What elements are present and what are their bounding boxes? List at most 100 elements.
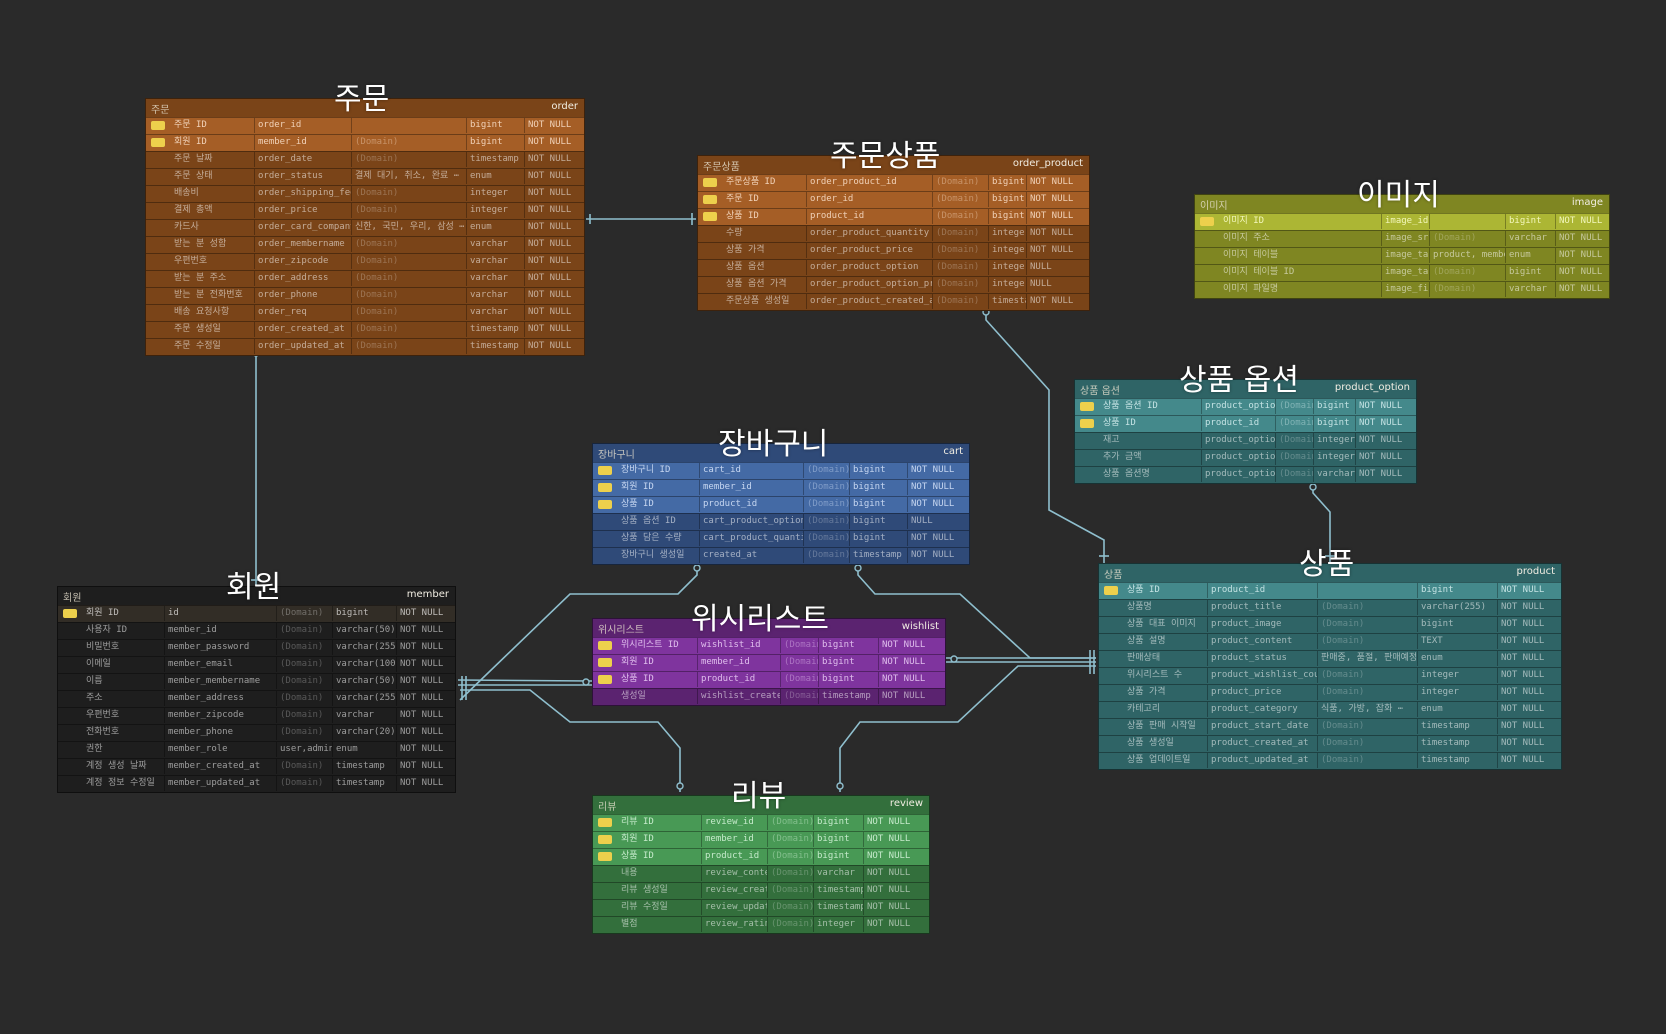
table-row[interactable]: 우편번호 order_zipcode (Domain) varchar NOT NULL: [146, 253, 584, 270]
table-row[interactable]: 계정 정보 수정일 member_updated_at (Domain) timest…: [58, 775, 455, 792]
table-row[interactable]: 권한 member_role user,admin enum NOT NULL: [58, 741, 455, 758]
table-row[interactable]: 상품 ID product_id(Domain)bigintNOT NULL: [1075, 415, 1416, 432]
table-row[interactable]: 판매상태 product_status판매중, 품절, 판매예정 ⋯enumNOT…: [1099, 650, 1561, 667]
table-row[interactable]: 위시리스트 ID wishlist_id(Domain)bigintNOT NUL…: [593, 637, 945, 654]
table-row[interactable]: 주문상품 ID order_product_id (Domain) bigint NOT…: [698, 174, 1089, 191]
table-row[interactable]: 장바구니 생성일 created_at (Domain) timestamp NOT N…: [593, 547, 969, 564]
table-cart[interactable]: 장바구니 cart 장바구니 ID cart_id (Domain) bigint NOT …: [592, 430, 970, 565]
table-row[interactable]: 상품 설명 product_content (Domain) TEXT NOT NULL: [1099, 633, 1561, 650]
table-row[interactable]: 리뷰 생성일 review_created_at(Domain)timestamp…: [593, 882, 929, 899]
table-row[interactable]: 사용자 ID member_id (Domain) varchar(50) NOT NU…: [58, 622, 455, 639]
table-row[interactable]: 회원 ID member_id(Domain)bigintNOT NULL: [146, 134, 584, 151]
table-row[interactable]: 주문 상태 order_status 결제 대기, 취소, 완료 ⋯ enum NOT …: [146, 168, 584, 185]
table-row[interactable]: 이미지 테이블 ID image_table_id(Domain)bigintNO…: [1195, 264, 1609, 281]
table-row[interactable]: 추가 금액 product_option_price(Domain)integer…: [1075, 449, 1416, 466]
table-row[interactable]: 주문 ID order_id (Domain) bigint NOT NULL: [698, 191, 1089, 208]
table-row[interactable]: 이미지 파일명 image_filename(Domain)varcharNOT …: [1195, 281, 1609, 298]
table-row[interactable]: 주문 날짜 order_date (Domain) timestamp NOT NULL: [146, 151, 584, 168]
column-domain: (Domain): [351, 254, 466, 269]
key-icon: [598, 835, 612, 844]
table-row[interactable]: 주소 member_address (Domain) varchar(255) NOT …: [58, 690, 455, 707]
table-row[interactable]: 재고 product_option_stock(Domain)integerNOT…: [1075, 432, 1416, 449]
column-logical-name: 생성일: [621, 691, 646, 701]
erd-canvas[interactable]: 주문 order 주문 ID order_id bigint NOT NULL 회원 ID m…: [0, 0, 1666, 1034]
table-row[interactable]: 이메일 member_email (Domain) varchar(100) NOT N…: [58, 656, 455, 673]
table-row[interactable]: 회원 ID member_id(Domain)bigintNOT NULL: [593, 654, 945, 671]
table-row[interactable]: 회원 ID member_id(Domain)bigintNOT NULL: [593, 831, 929, 848]
column-physical-name: product_status: [1207, 651, 1317, 666]
table-row[interactable]: 상품 생성일 product_created_at (Domain) timestam…: [1099, 735, 1561, 752]
table-row[interactable]: 상품 ID product_id bigint NOT NULL: [1099, 582, 1561, 599]
table-row[interactable]: 이미지 주소 image_src (Domain) varchar NOT NULL: [1195, 230, 1609, 247]
table-row[interactable]: 전화번호 member_phone (Domain) varchar(20) NOT N…: [58, 724, 455, 741]
table-row[interactable]: 수량 order_product_quantity(Domain)integerN…: [698, 225, 1089, 242]
table-row[interactable]: 비밀번호 member_password (Domain) varchar(255) N…: [58, 639, 455, 656]
table-row[interactable]: 상품 ID product_id(Domain)bigintNOT NULL: [593, 848, 929, 865]
table-row[interactable]: 상품 옵션 가격 order_product_option_price(Domai…: [698, 276, 1089, 293]
column-nullability: NOT NULL: [863, 832, 927, 847]
table-row[interactable]: 카테고리 product_category 식품, 가방, 잡화 ⋯ enum NOT …: [1099, 701, 1561, 718]
table-row[interactable]: 상품 판매 시작일 product_start_date (Domain) times…: [1099, 718, 1561, 735]
table-logical-name: 장바구니: [598, 450, 635, 461]
table-row[interactable]: 계정 생성 날짜 member_created_at (Domain) timesta…: [58, 758, 455, 775]
table-row[interactable]: 상품 가격 product_price (Domain) integer NOT NUL…: [1099, 684, 1561, 701]
table-row[interactable]: 주문 수정일 order_updated_at (Domain) timestamp N…: [146, 338, 584, 355]
table-order[interactable]: 주문 order 주문 ID order_id bigint NOT NULL 회원 ID m…: [145, 85, 585, 356]
table-row[interactable]: 상품 옵션명 product_option_title(Domain)varcha…: [1075, 466, 1416, 483]
table-member[interactable]: 회원 member 회원 ID id (Domain) bigint NOT NULL 사용자…: [57, 573, 456, 793]
column-domain: (Domain): [803, 531, 849, 546]
column-domain: (Domain): [1317, 617, 1417, 632]
table-row[interactable]: 우편번호 member_zipcode (Domain) varchar NOT NUL…: [58, 707, 455, 724]
table-row[interactable]: 이미지 ID image_id bigint NOT NULL: [1195, 213, 1609, 230]
column-nullability: NOT NULL: [863, 917, 927, 932]
table-row[interactable]: 받는 분 성함 order_membername (Domain) varchar NO…: [146, 236, 584, 253]
column-type: bigint: [849, 480, 907, 495]
table-row[interactable]: 배송 요청사항 order_req (Domain) varchar NOT NULL: [146, 304, 584, 321]
table-row[interactable]: 받는 분 전화번호 order_phone (Domain) varchar NOT N…: [146, 287, 584, 304]
table-wishlist[interactable]: 위시리스트wishlist위시리스트 IDwishlist_id(Domain)…: [592, 605, 946, 706]
table-review[interactable]: 리뷰 review 리뷰 ID review_id (Domain) bigint NOT …: [592, 782, 930, 934]
table-row[interactable]: 상품 담은 수량 cart_product_quantity(Domain)big…: [593, 530, 969, 547]
table-row[interactable]: 회원 ID id (Domain) bigint NOT NULL: [58, 605, 455, 622]
table-row[interactable]: 상품 ID product_id(Domain)bigintNOT NULL: [593, 671, 945, 688]
column-type: bigint: [1313, 399, 1355, 414]
table-row[interactable]: 이미지 테이블 image_tableproduct, member, revie…: [1195, 247, 1609, 264]
table-row[interactable]: 리뷰 ID review_id (Domain) bigint NOT NULL: [593, 814, 929, 831]
table-row[interactable]: 상품 옵션 ID product_option_id(Domain)bigintN…: [1075, 398, 1416, 415]
table-row[interactable]: 상품 ID product_id(Domain)bigintNOT NULL: [698, 208, 1089, 225]
table-row[interactable]: 주문 ID order_id bigint NOT NULL: [146, 117, 584, 134]
table-order-product[interactable]: 주문상품 order_product 주문상품 ID order_product_id…: [697, 142, 1090, 311]
table-row[interactable]: 상품 대표 이미지 product_image (Domain) bigint NOT …: [1099, 616, 1561, 633]
table-row[interactable]: 생성일 wishlist_created_at(Domain)timestampN…: [593, 688, 945, 705]
column-nullability: NOT NULL: [1497, 668, 1559, 683]
table-row[interactable]: 결제 총액 order_price (Domain) integer NOT NULL: [146, 202, 584, 219]
table-row[interactable]: 위시리스트 수 product_wishlist_count(Domain)int…: [1099, 667, 1561, 684]
table-row[interactable]: 내용 review_content(Domain)varcharNOT NULL: [593, 865, 929, 882]
table-row[interactable]: 주문상품 생성일 order_product_created_at (Domain)…: [698, 293, 1089, 310]
column-physical-name: order_product_id: [806, 175, 932, 190]
table-row[interactable]: 리뷰 수정일 review_updated_at(Domain)timestamp…: [593, 899, 929, 916]
table-row[interactable]: 상품명 product_title (Domain) varchar(255) NOT …: [1099, 599, 1561, 616]
column-domain: (Domain): [276, 657, 332, 672]
table-row[interactable]: 상품 업데이트일 product_updated_at (Domain) timest…: [1099, 752, 1561, 769]
table-row[interactable]: 주문 생성일 order_created_at (Domain) timestamp N…: [146, 321, 584, 338]
table-row[interactable]: 이름 member_membername (Domain) varchar(50) NO…: [58, 673, 455, 690]
table-row[interactable]: 배송비 order_shipping_fee (Domain) integer NOT …: [146, 185, 584, 202]
table-product[interactable]: 상품 product 상품 ID product_id bigint NOT NULL 상품…: [1098, 550, 1562, 770]
table-row[interactable]: 장바구니 ID cart_id (Domain) bigint NOT NULL: [593, 462, 969, 479]
table-row[interactable]: 상품 옵션 ID cart_product_option_id(Domain)bi…: [593, 513, 969, 530]
table-row[interactable]: 회원 ID member_id(Domain)bigintNOT NULL: [593, 479, 969, 496]
table-image[interactable]: 이미지 image 이미지 ID image_id bigint NOT NULL 이미지 …: [1194, 181, 1610, 299]
table-row[interactable]: 상품 가격 order_product_price(Domain)integerN…: [698, 242, 1089, 259]
table-row[interactable]: 상품 ID product_id(Domain)bigintNOT NULL: [593, 496, 969, 513]
column-logical-name: 이미지 파일명: [1223, 284, 1279, 294]
column-nullability: NOT NULL: [524, 203, 582, 218]
column-logical-name: 수량: [726, 228, 743, 238]
table-row[interactable]: 상품 옵션 order_product_option(Domain)integer…: [698, 259, 1089, 276]
table-row[interactable]: 받는 분 주소 order_address (Domain) varchar NOT N…: [146, 270, 584, 287]
column-type: bigint: [1313, 416, 1355, 431]
table-product-option[interactable]: 상품 옵션 product_option 상품 옵션 ID product_optio…: [1074, 366, 1417, 484]
table-row[interactable]: 별점 review_rating(Domain)integerNOT NULL: [593, 916, 929, 933]
column-nullability: NOT NULL: [1555, 282, 1607, 297]
table-row[interactable]: 카드사 order_card_company 신한, 국민, 우리, 삼성 ⋯ enu…: [146, 219, 584, 236]
